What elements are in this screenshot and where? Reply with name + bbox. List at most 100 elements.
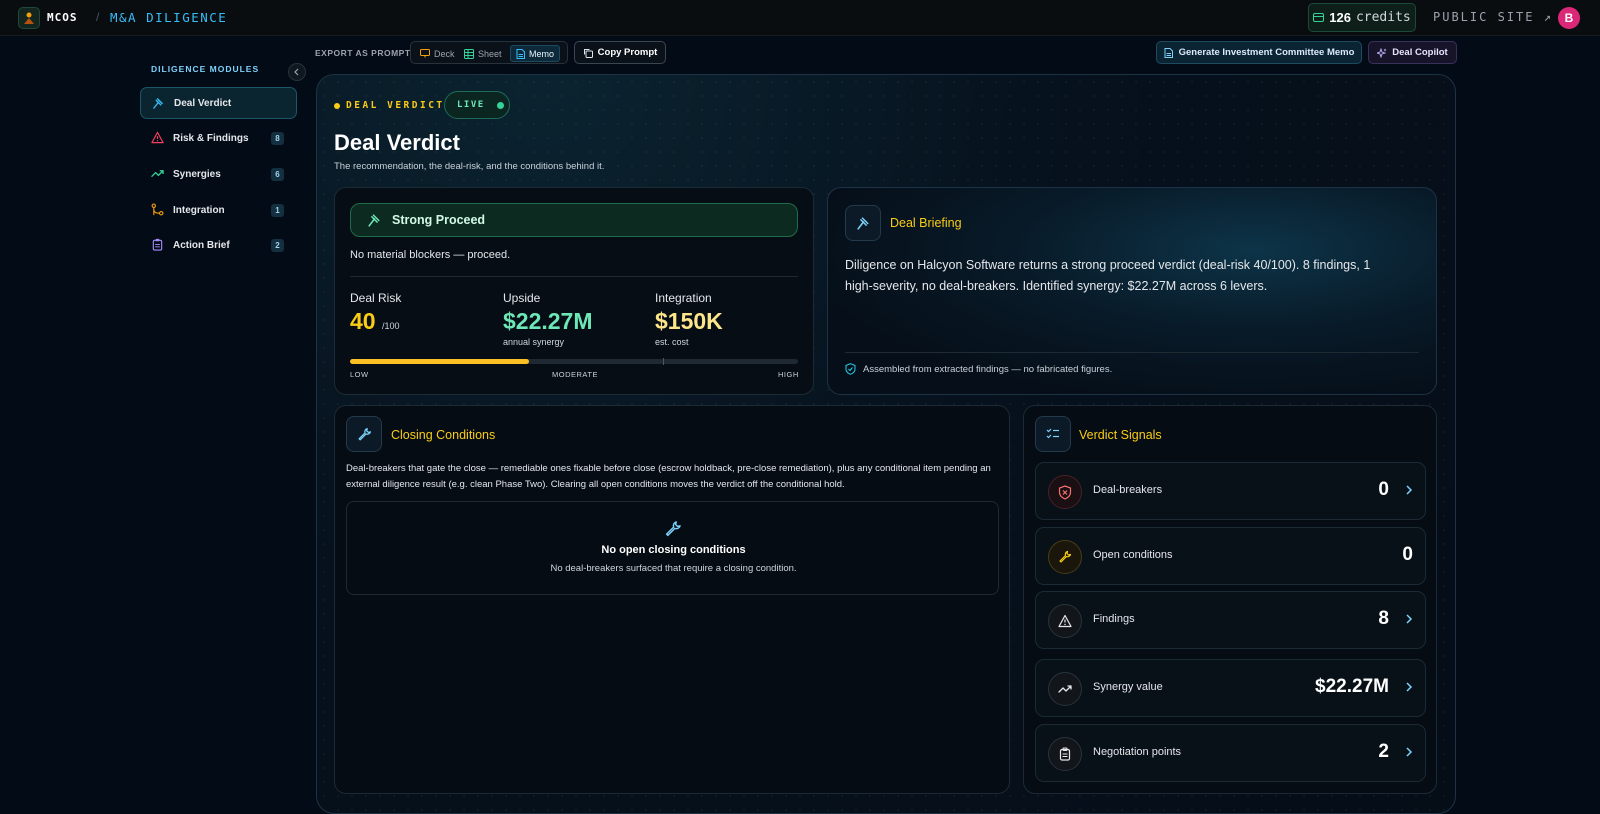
chevron-right-icon [1406,747,1413,757]
copilot-label: Deal Copilot [1392,47,1448,58]
credits-count: 126 [1329,10,1351,25]
divider [350,276,798,277]
generate-memo-button[interactable]: Generate Investment Committee Memo [1156,41,1362,64]
risk-meter [350,358,798,365]
breadcrumb-separator: / [96,10,100,24]
chevron-right-icon [1406,614,1413,624]
verdict-label: Strong Proceed [392,213,486,227]
sparkle-icon [1377,47,1387,58]
risk-meter-fill [350,359,530,364]
document-icon [516,48,525,59]
top-bar: MCOS / M&A DILIGENCE 126 credits PUBLIC … [0,0,1600,36]
sidebar-item-risk-findings[interactable]: Risk & Findings 8 [140,122,297,154]
credits-label: credits [1355,10,1411,25]
gavel-icon [153,98,163,109]
format-deck-button[interactable]: Deck [415,45,460,62]
clipboard-icon [1059,747,1071,761]
chevron-right-icon [1406,682,1413,692]
gavel-icon [856,216,869,230]
warning-triangle-icon [151,131,164,144]
format-label: Sheet [478,48,502,59]
briefing-note: Assembled from extracted findings — no f… [845,363,1112,375]
export-label: EXPORT AS PROMPT [315,48,411,58]
card-icon [1313,13,1325,22]
metric-label: Upside [503,291,541,305]
public-site-link[interactable]: PUBLIC SITE ↗ [1433,10,1553,24]
signal-value: $22.27M [1315,676,1389,697]
metric-sublabel: est. cost [655,337,689,347]
signal-row-deal-breakers[interactable]: Deal-breakers 0 [1035,462,1426,520]
avatar[interactable]: B [1558,7,1580,29]
sidebar-item-label: Integration [173,204,225,216]
metric-sublabel: annual synergy [503,337,565,347]
format-memo-button[interactable]: Memo [510,45,561,62]
signals-icon-box [1035,416,1071,452]
risk-scale-high: HIGH [778,370,799,379]
deal-copilot-button[interactable]: Deal Copilot [1368,41,1457,64]
risk-scale-moderate: MODERATE [552,370,598,379]
upside-value: $22.27M [503,308,593,334]
generate-memo-label: Generate Investment Committee Memo [1178,47,1355,58]
signal-row-open-conditions[interactable]: Open conditions 0 [1035,527,1426,585]
divider [845,352,1419,353]
signal-label: Synergy value [1093,681,1163,693]
signals-title: Verdict Signals [1079,428,1162,442]
sidebar-item-label: Deal Verdict [174,97,232,109]
format-label: Memo [529,48,555,59]
briefing-icon-box [845,205,881,241]
wrench-icon [665,521,681,537]
chevron-left-icon [294,68,299,76]
clipboard-icon [152,238,163,251]
sidebar-item-action-brief[interactable]: Action Brief 2 [140,229,297,261]
sidebar-item-synergies[interactable]: Synergies 6 [140,158,297,190]
signal-value: 0 [1402,544,1413,565]
collapse-sidebar-button[interactable] [288,63,306,81]
sidebar-item-integration[interactable]: Integration 1 [140,194,297,226]
sidebar-title: DILIGENCE MODULES [151,64,260,74]
export-format-switch: Deck Sheet Memo [410,41,568,64]
signal-row-findings[interactable]: Findings 8 [1035,591,1426,649]
closing-icon-box [346,416,382,452]
brand-name[interactable]: MCOS [47,11,78,24]
signal-icon-badge [1048,604,1082,638]
section-tag: DEAL VERDICT [334,100,445,111]
copy-prompt-label: Copy Prompt [597,47,658,58]
app-logo[interactable] [18,7,40,29]
signal-value: 0 [1378,479,1389,500]
sidebar-item-deal-verdict[interactable]: Deal Verdict [140,87,297,119]
briefing-note-text: Assembled from extracted findings — no f… [863,363,1113,375]
format-label: Deck [434,48,455,59]
briefing-text: Diligence on Halcyon Software returns a … [845,258,1371,293]
signal-label: Open conditions [1093,549,1173,561]
shield-x-icon [1058,484,1072,500]
format-sheet-button[interactable]: Sheet [459,45,507,62]
signal-icon-badge [1048,672,1082,706]
integration-value: $150K [655,308,723,334]
count-badge: 6 [271,167,284,181]
count-badge: 8 [271,131,284,145]
briefing-title: Deal Briefing [890,216,962,230]
verdict-note: No material blockers — proceed. [350,249,511,261]
credits-badge[interactable]: 126 credits [1308,3,1416,32]
signal-row-negotiation-points[interactable]: Negotiation points 2 [1035,724,1426,782]
live-label: LIVE [457,100,485,110]
risk-scale-low: LOW [350,370,369,379]
git-merge-icon [151,203,164,216]
signal-label: Deal-breakers [1093,484,1163,496]
shield-check-icon [845,363,856,375]
breadcrumb[interactable]: M&A DILIGENCE [110,10,227,25]
trending-up-icon [151,170,164,177]
live-dot [496,101,504,109]
document-icon [1164,47,1173,58]
count-badge: 2 [271,238,284,252]
wrench-icon [358,427,371,440]
signal-row-synergy-value[interactable]: Synergy value $22.27M [1035,659,1426,717]
copy-prompt-button[interactable]: Copy Prompt [574,41,666,64]
checklist-icon [1046,428,1059,439]
risk-meter-tick [663,358,664,365]
deal-risk-value: 40 /100 [350,308,400,334]
metric-label: Integration [655,291,712,305]
deal-risk-unit: /100 [381,321,400,331]
signal-value: 8 [1378,608,1389,629]
warning-triangle-icon [1058,614,1072,628]
